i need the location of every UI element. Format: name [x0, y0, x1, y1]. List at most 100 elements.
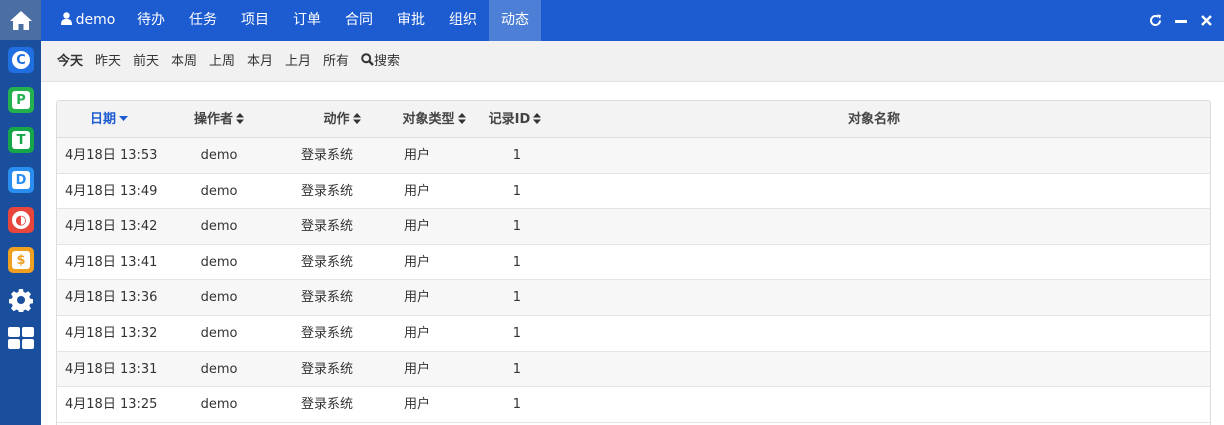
filter-day-before[interactable]: 前天 [133, 41, 159, 82]
cell-object-type: 用户 [403, 219, 430, 235]
cell-operator: demo [200, 290, 238, 306]
cell-operator: demo [200, 326, 238, 341]
cell-operator: demo [200, 219, 238, 235]
cell-object-type: 用户 [403, 254, 430, 270]
cell-operator: demo [200, 361, 238, 377]
table-row[interactable]: 4月18日 13:36 demo 登录系统 用户 1 [57, 280, 1210, 316]
cell-record-id: 1 [512, 326, 521, 341]
table-row[interactable]: 4月18日 13:53 demo 登录系统 用户 1 [57, 138, 1210, 174]
user-icon [60, 11, 72, 25]
col-record-id[interactable]: 记录ID [465, 101, 565, 138]
nav-approval[interactable]: 审批 [385, 0, 437, 41]
app-d-button[interactable]: D [8, 167, 34, 193]
filter-today[interactable]: 今天 [57, 41, 83, 82]
cell-operator: demo [200, 183, 238, 199]
nav-project[interactable]: 项目 [229, 0, 281, 41]
user-menu[interactable]: demo [53, 0, 123, 41]
filter-this-month[interactable]: 本月 [247, 41, 273, 82]
cell-date: 4月18日 13:25 [65, 397, 158, 413]
col-action-label: 动作 [323, 112, 350, 127]
col-object-type-label: 对象类型 [402, 112, 455, 127]
search-button[interactable]: 搜索 [361, 41, 400, 82]
cell-record-id: 1 [512, 183, 521, 199]
cell-record-id: 1 [512, 361, 521, 377]
cell-record-id: 1 [512, 254, 521, 270]
home-button[interactable] [0, 0, 41, 40]
top-nav: demo 待办 任务 项目 订单 合同 审批 组织 动态 [41, 0, 1224, 41]
cell-date: 4月18日 13:41 [65, 254, 158, 270]
sort-icon [352, 113, 361, 124]
cell-record-id: 1 [512, 219, 521, 235]
sort-desc-icon [119, 115, 128, 121]
settings-button[interactable] [8, 287, 34, 313]
cell-date: 4月18日 13:49 [65, 183, 158, 199]
cell-operator: demo [200, 397, 238, 413]
refresh-button[interactable] [1142, 0, 1168, 41]
app-t-icon: T [12, 131, 30, 149]
cell-object-name [577, 280, 1171, 315]
cell-action: 登录系统 [300, 148, 353, 163]
home-icon [9, 11, 32, 30]
cell-object-type: 用户 [403, 326, 430, 341]
col-action[interactable]: 动作 [292, 101, 392, 138]
nav-contract[interactable]: 合同 [333, 0, 385, 41]
nav-order[interactable]: 订单 [281, 0, 333, 41]
nav-activity[interactable]: 动态 [489, 0, 541, 41]
cell-object-type: 用户 [403, 361, 430, 377]
app-s-icon: $ [12, 251, 30, 269]
nav-task[interactable]: 任务 [177, 0, 229, 41]
cell-object-name [577, 174, 1171, 209]
nav-todo[interactable]: 待办 [125, 0, 177, 41]
col-operator[interactable]: 操作者 [169, 101, 269, 138]
cell-date: 4月18日 13:36 [65, 290, 158, 306]
cell-object-name [577, 245, 1171, 280]
filter-yesterday[interactable]: 昨天 [95, 41, 121, 82]
cell-object-name [577, 316, 1171, 351]
cell-operator: demo [200, 254, 238, 270]
app-t-button[interactable]: T [8, 127, 34, 153]
close-button[interactable] [1193, 0, 1219, 41]
sort-icon [533, 113, 542, 124]
filter-last-month[interactable]: 上月 [285, 41, 311, 82]
minimize-button[interactable] [1168, 0, 1194, 41]
cell-action: 登录系统 [300, 290, 353, 306]
table-row[interactable]: 4月18日 13:32 demo 登录系统 用户 1 [57, 316, 1210, 352]
filter-last-week[interactable]: 上周 [209, 41, 235, 82]
cell-object-name [577, 209, 1171, 244]
user-name: demo [75, 12, 116, 28]
table-row[interactable]: 4月18日 13:25 demo 登录系统 用户 1 [57, 387, 1210, 423]
app-p-icon: P [12, 91, 30, 109]
table-row[interactable]: 4月18日 13:41 demo 登录系统 用户 1 [57, 245, 1210, 281]
activity-table: 日期 操作者 动作 对象类型 记录ID 对象名称 4月18日 13:53 dem… [56, 100, 1211, 425]
refresh-icon [1149, 14, 1161, 26]
app-c-button[interactable]: C [8, 47, 34, 73]
table-row[interactable]: 4月18日 13:31 demo 登录系统 用户 1 [57, 351, 1210, 388]
filter-all[interactable]: 所有 [323, 41, 349, 82]
cell-object-name [577, 138, 1171, 173]
app-sidebar: C P T D ◐ $ [0, 0, 41, 425]
table-row[interactable]: 4月18日 13:42 demo 登录系统 用户 1 [57, 209, 1210, 245]
cell-date: 4月18日 13:31 [65, 361, 158, 377]
cell-date: 4月18日 13:53 [65, 148, 158, 163]
apps-grid-button[interactable] [8, 327, 34, 349]
nav-org[interactable]: 组织 [437, 0, 489, 41]
table-header: 日期 操作者 动作 对象类型 记录ID 对象名称 [57, 101, 1210, 138]
app-o-icon: ◐ [12, 211, 30, 229]
cell-object-type: 用户 [403, 148, 430, 163]
cell-object-name [577, 387, 1171, 422]
app-c-icon: C [12, 51, 30, 69]
col-operator-label: 操作者 [193, 112, 233, 127]
app-s-button[interactable]: $ [8, 247, 34, 273]
table-row[interactable]: 4月18日 13:49 demo 登录系统 用户 1 [57, 174, 1210, 210]
date-filter-bar: 今天 昨天 前天 本周 上周 本月 上月 所有 搜索 [41, 41, 1224, 82]
app-o-button[interactable]: ◐ [8, 207, 34, 233]
app-p-button[interactable]: P [8, 87, 34, 113]
cell-operator: demo [200, 148, 238, 163]
minimize-icon [1175, 19, 1187, 23]
cell-object-type: 用户 [403, 290, 430, 306]
cell-record-id: 1 [512, 148, 521, 163]
cell-object-type: 用户 [403, 397, 430, 413]
col-date[interactable]: 日期 [69, 101, 149, 138]
cell-object-type: 用户 [403, 183, 430, 199]
filter-this-week[interactable]: 本周 [171, 41, 197, 82]
